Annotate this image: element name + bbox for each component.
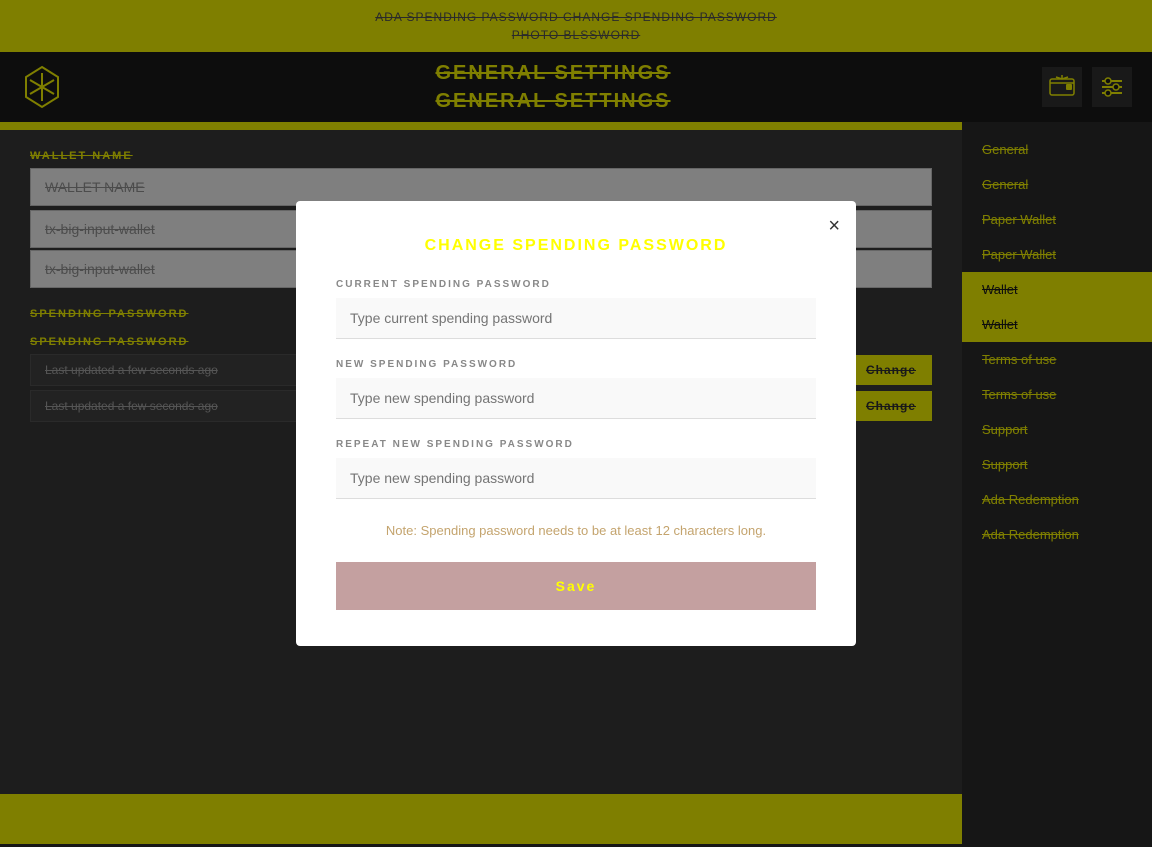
new-password-label: NEW SPENDING PASSWORD [336,359,816,370]
modal-note: Note: Spending password needs to be at l… [336,523,816,538]
repeat-password-label: REPEAT NEW SPENDING PASSWORD [336,439,816,450]
modal-title: CHANGE SPENDING PASSWORD [336,237,816,255]
modal-close-button[interactable]: × [828,215,840,238]
modal-overlay[interactable]: × CHANGE SPENDING PASSWORD CURRENT SPEND… [0,0,1152,847]
repeat-password-input[interactable] [336,458,816,499]
current-password-label: CURRENT SPENDING PASSWORD [336,279,816,290]
current-password-input[interactable] [336,298,816,339]
modal-save-button[interactable]: Save [336,562,816,610]
new-password-input[interactable] [336,378,816,419]
change-password-modal: × CHANGE SPENDING PASSWORD CURRENT SPEND… [296,201,856,646]
